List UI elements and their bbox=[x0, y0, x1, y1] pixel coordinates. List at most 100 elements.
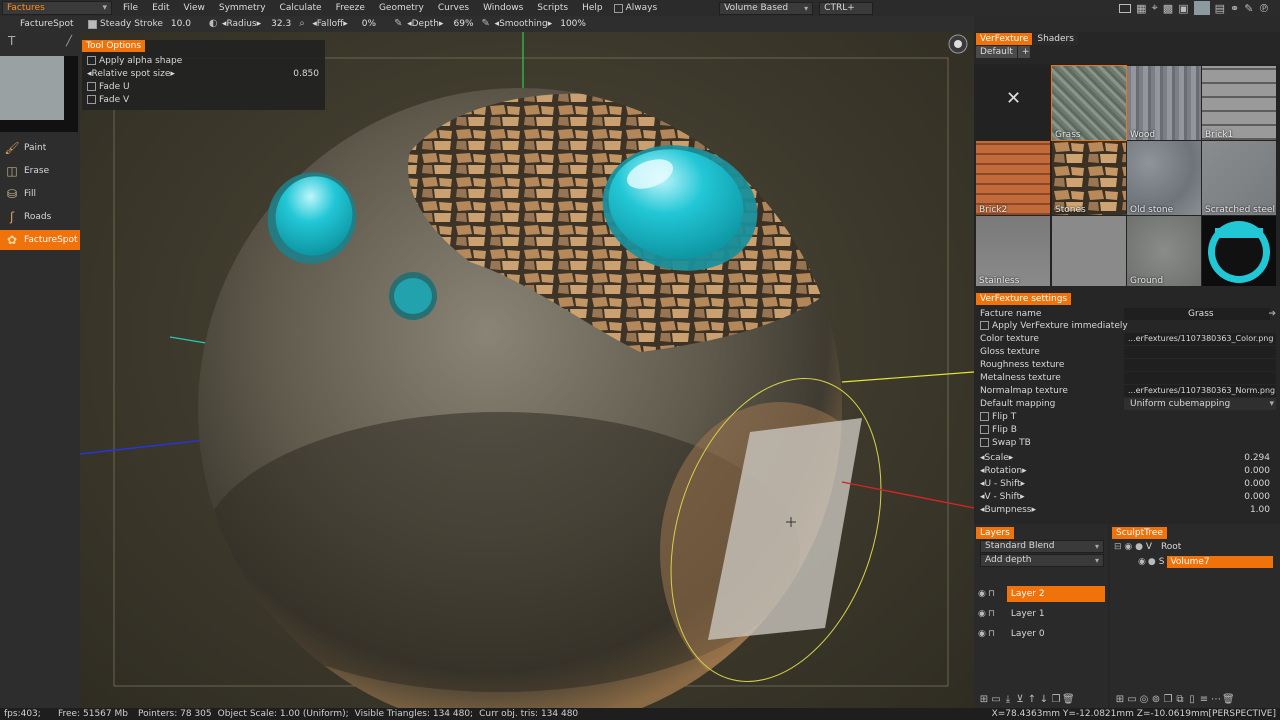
fade-v-option[interactable]: Fade V bbox=[87, 94, 129, 106]
pencil-icon[interactable]: ╱ bbox=[66, 36, 72, 47]
menu-scripts[interactable]: Scripts bbox=[530, 0, 575, 16]
menu-help[interactable]: Help bbox=[575, 0, 610, 16]
material-preview-icon[interactable] bbox=[1193, 1, 1210, 15]
rotation-label[interactable]: ◂Rotation▸ bbox=[980, 466, 1027, 476]
arrow-right-icon[interactable]: ➔ bbox=[1268, 308, 1276, 320]
tool-erase[interactable]: ◫ Erase bbox=[0, 161, 80, 181]
color-texture-value[interactable]: ...erFextures/1107380363_Color.png bbox=[1128, 333, 1273, 345]
texture-plain[interactable] bbox=[1052, 216, 1126, 286]
bumpness-row[interactable]: ◂Bumpness▸ 1.00 bbox=[980, 504, 1276, 516]
v-shift-label[interactable]: ◂V - Shift▸ bbox=[980, 492, 1025, 502]
texture-stainless[interactable]: Stainless bbox=[976, 216, 1050, 286]
bumpness-value[interactable]: 1.00 bbox=[1250, 504, 1270, 516]
radius-label[interactable]: ◂Radius▸ bbox=[222, 19, 261, 29]
scale-label[interactable]: ◂Scale▸ bbox=[980, 453, 1013, 463]
layer-name[interactable]: Layer 1 bbox=[1011, 609, 1045, 619]
menu-calculate[interactable]: Calculate bbox=[273, 0, 329, 16]
merge-icon[interactable]: ⊚ bbox=[1150, 694, 1162, 706]
volume-mode-select[interactable]: Volume Based ▾ bbox=[719, 1, 814, 15]
texture-scratched-steel[interactable]: Scratched steel bbox=[1202, 141, 1276, 215]
apply-immediately-row[interactable]: Apply VerFexture immediately bbox=[980, 320, 1276, 332]
layer-name[interactable]: Layer 0 bbox=[1011, 629, 1045, 639]
metalness-texture-field[interactable] bbox=[1124, 372, 1276, 384]
child-label[interactable]: Volume7 bbox=[1167, 556, 1274, 568]
text-tool-icon[interactable]: T bbox=[8, 34, 15, 48]
ghost-icon[interactable]: ● bbox=[1135, 542, 1143, 552]
swap-tb-row[interactable]: Swap TB bbox=[980, 437, 1276, 449]
tree-child[interactable]: ◉ ● S Volume7 bbox=[1138, 556, 1274, 568]
gloss-texture-field[interactable] bbox=[1124, 346, 1276, 358]
menu-edit[interactable]: Edit bbox=[145, 0, 176, 16]
relative-spot-value[interactable]: 0.850 bbox=[293, 68, 319, 80]
projection-mode[interactable]: [PERSPECTIVE] bbox=[1209, 708, 1277, 720]
link-icon[interactable]: ⚭ bbox=[1230, 2, 1239, 15]
fade-u-option[interactable]: Fade U bbox=[87, 81, 130, 93]
menu-geometry[interactable]: Geometry bbox=[372, 0, 431, 16]
delete-icon[interactable]: 🗑 bbox=[1222, 694, 1235, 706]
falloff-label[interactable]: ◂Falloff▸ bbox=[312, 19, 348, 29]
texture-drip[interactable] bbox=[1202, 216, 1276, 286]
swap-tb-checkbox[interactable] bbox=[980, 438, 989, 447]
radius-value[interactable]: 32.3 bbox=[271, 19, 291, 29]
blend-mode-select[interactable]: Standard Blend ▾ bbox=[980, 540, 1104, 553]
v-shift-row[interactable]: ◂V - Shift▸ 0.000 bbox=[980, 491, 1276, 503]
texture-stones[interactable]: Stones bbox=[1052, 141, 1126, 215]
camera-icon[interactable] bbox=[948, 34, 968, 54]
menu-file[interactable]: File bbox=[116, 0, 145, 16]
tab-default[interactable]: Default bbox=[976, 46, 1017, 58]
menu-curves[interactable]: Curves bbox=[431, 0, 476, 16]
fade-u-checkbox[interactable] bbox=[87, 82, 96, 91]
stack-icon[interactable]: ▤ bbox=[1215, 2, 1225, 15]
texture-wood[interactable]: Wood bbox=[1127, 66, 1201, 140]
options-icon[interactable]: ⋯ bbox=[1210, 694, 1222, 706]
rotation-value[interactable]: 0.000 bbox=[1244, 465, 1270, 477]
layer-row[interactable]: ◉ ⊓ Layer 2 bbox=[978, 586, 1106, 602]
u-shift-row[interactable]: ◂U - Shift▸ 0.000 bbox=[980, 478, 1276, 490]
always-checkbox[interactable] bbox=[613, 3, 623, 13]
eye-icon[interactable]: ◉ bbox=[1138, 556, 1146, 568]
merge-icon[interactable]: ⊻ bbox=[1014, 694, 1026, 706]
texture-brick1[interactable]: Brick1 bbox=[1202, 66, 1276, 140]
3d-viewport[interactable] bbox=[80, 32, 974, 708]
falloff-field[interactable]: ⌕ ◂Falloff▸ 0% bbox=[299, 19, 378, 30]
depth-value[interactable]: 69% bbox=[454, 19, 474, 29]
add-layer-icon[interactable]: ⊞ bbox=[978, 694, 990, 706]
menu-windows[interactable]: Windows bbox=[476, 0, 530, 16]
roughness-texture-field[interactable] bbox=[1124, 359, 1276, 371]
smoothing-value[interactable]: 100% bbox=[560, 19, 586, 29]
texture-grass[interactable]: Grass bbox=[1051, 65, 1127, 141]
ghost-icon[interactable]: ● bbox=[1148, 556, 1156, 568]
radius-field[interactable]: ◐ ◂Radius▸ 32.3 bbox=[209, 19, 293, 30]
add-preset-button[interactable]: + bbox=[1017, 46, 1030, 58]
u-shift-value[interactable]: 0.000 bbox=[1244, 478, 1270, 490]
texture-brick2[interactable]: Brick2 bbox=[976, 141, 1050, 215]
default-mapping-value[interactable]: Uniform cubemapping bbox=[1130, 398, 1230, 410]
steady-stroke-value[interactable]: 10.0 bbox=[171, 19, 191, 29]
layer-row[interactable]: ◉ ⊓ Layer 1 bbox=[978, 606, 1106, 622]
copy-icon[interactable]: ❐ bbox=[1162, 694, 1174, 706]
tab-verfexture[interactable]: VerFexture bbox=[976, 33, 1033, 45]
u-shift-label[interactable]: ◂U - Shift▸ bbox=[980, 479, 1025, 489]
depth-field[interactable]: ✎ ◂Depth▸ 69% bbox=[394, 19, 475, 30]
layer-name[interactable]: Layer 2 bbox=[1006, 586, 1105, 602]
menu-symmetry[interactable]: Symmetry bbox=[212, 0, 273, 16]
rotation-row[interactable]: ◂Rotation▸ 0.000 bbox=[980, 465, 1276, 477]
steady-stroke-field[interactable]: Steady Stroke 10.0 bbox=[88, 19, 193, 29]
import-icon[interactable]: ⤓ bbox=[1002, 694, 1014, 706]
tree-root[interactable]: ⊟ ◉ ● V Root bbox=[1114, 541, 1181, 553]
sphere-icon[interactable]: ◎ bbox=[1138, 694, 1150, 706]
relative-spot-size-option[interactable]: ◂Relative spot size▸ 0.850 bbox=[87, 68, 319, 80]
smoothing-field[interactable]: ✎ ◂Smoothing▸ 100% bbox=[482, 19, 588, 30]
collapse-icon[interactable]: ⊟ bbox=[1114, 542, 1122, 552]
normalmap-texture-value[interactable]: ...erFextures/1107380363_Norm.png bbox=[1128, 385, 1275, 397]
mode-select[interactable]: Factures ▾ bbox=[2, 1, 112, 15]
grid-icon[interactable]: ▦ bbox=[1136, 2, 1146, 15]
tool-roads[interactable]: ʃ Roads bbox=[0, 207, 80, 227]
lock-icon[interactable]: ⊓ bbox=[988, 586, 998, 602]
lock-icon[interactable]: ⊓ bbox=[988, 606, 998, 622]
eye-icon[interactable]: ◉ bbox=[978, 606, 988, 622]
menu-view[interactable]: View bbox=[177, 0, 212, 16]
flip-t-checkbox[interactable] bbox=[980, 412, 989, 421]
duplicate-icon[interactable]: ❐ bbox=[1050, 694, 1062, 706]
smoothing-label[interactable]: ◂Smoothing▸ bbox=[495, 19, 553, 29]
